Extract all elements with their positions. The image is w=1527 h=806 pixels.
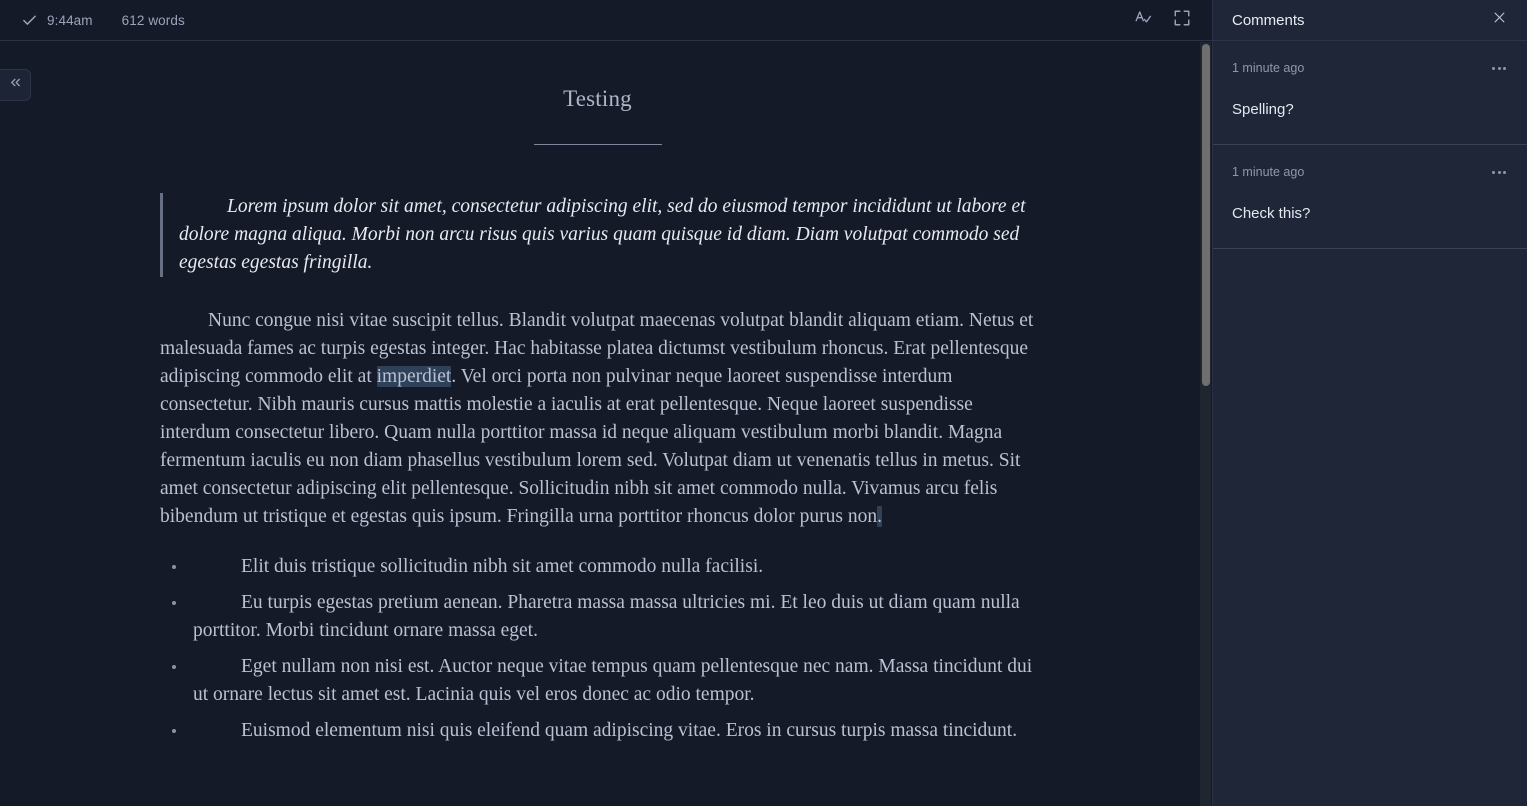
body-paragraph[interactable]: Nunc congue nisi vitae suscipit tellus. … bbox=[160, 307, 1035, 531]
word-count-label: 612 words bbox=[121, 12, 185, 28]
comment-menu-button[interactable] bbox=[1490, 63, 1508, 74]
chevrons-left-icon bbox=[8, 75, 23, 95]
collapse-sidebar-button[interactable] bbox=[0, 69, 31, 101]
document-body: Testing Lorem ipsum dolor sit amet, cons… bbox=[0, 42, 1193, 806]
bullet-list: Elit duis tristique sollicitudin nibh si… bbox=[160, 553, 1035, 745]
comments-panel-header: Comments bbox=[1213, 0, 1527, 41]
document-scroll-area[interactable]: Testing Lorem ipsum dolor sit amet, cons… bbox=[0, 42, 1213, 806]
comment-text: Check this? bbox=[1232, 205, 1311, 222]
comment-card[interactable]: 1 minute ago Check this? bbox=[1213, 145, 1527, 249]
comment-menu-button[interactable] bbox=[1490, 167, 1508, 178]
horizontal-rule bbox=[533, 144, 662, 145]
list-item[interactable]: Euismod elementum nisi quis eleifend qua… bbox=[160, 717, 1035, 745]
close-comments-button[interactable] bbox=[1487, 8, 1511, 32]
comment-highlight-period[interactable]: . bbox=[877, 506, 882, 527]
comment-card-header: 1 minute ago bbox=[1232, 165, 1508, 179]
paragraph-text-part-2: . Vel orci porta non pulvinar neque laor… bbox=[160, 366, 1021, 527]
blockquote[interactable]: Lorem ipsum dolor sit amet, consectetur … bbox=[160, 193, 1035, 277]
pane-divider bbox=[1212, 0, 1213, 806]
close-icon bbox=[1492, 10, 1507, 30]
document-title[interactable]: Testing bbox=[160, 86, 1035, 112]
list-item[interactable]: Eu turpis egestas pretium aenean. Pharet… bbox=[160, 589, 1035, 645]
comments-panel: Comments 1 minute ago Spelling? 1 minute… bbox=[1213, 0, 1527, 806]
ellipsis-icon bbox=[1497, 170, 1501, 174]
ellipsis-icon bbox=[1492, 66, 1495, 70]
comment-card[interactable]: 1 minute ago Spelling? bbox=[1213, 41, 1527, 145]
document-content[interactable]: Testing Lorem ipsum dolor sit amet, cons… bbox=[160, 86, 1035, 745]
ellipsis-icon bbox=[1503, 170, 1506, 174]
document-editor-app: 9:44am 612 words Testing Lorem ipsum dol… bbox=[0, 0, 1527, 806]
comments-list: 1 minute ago Spelling? 1 minute ago Chec… bbox=[1213, 41, 1527, 806]
ellipsis-icon bbox=[1497, 66, 1501, 70]
check-icon bbox=[18, 9, 40, 31]
fullscreen-icon bbox=[1173, 9, 1191, 32]
spellcheck-button[interactable] bbox=[1129, 7, 1155, 33]
save-time-label: 9:44am bbox=[47, 12, 93, 28]
blockquote-text: Lorem ipsum dolor sit amet, consectetur … bbox=[179, 196, 1026, 273]
list-item[interactable]: Elit duis tristique sollicitudin nibh si… bbox=[160, 553, 1035, 581]
comment-timestamp: 1 minute ago bbox=[1232, 61, 1305, 75]
scrollbar-thumb[interactable] bbox=[1202, 44, 1210, 386]
editor-status-group: 9:44am 612 words bbox=[18, 9, 185, 31]
comment-card-header: 1 minute ago bbox=[1232, 61, 1508, 75]
vertical-scrollbar[interactable] bbox=[1200, 42, 1211, 806]
comments-panel-title: Comments bbox=[1232, 11, 1305, 29]
comment-timestamp: 1 minute ago bbox=[1232, 165, 1305, 179]
comment-highlight-imperdiet[interactable]: imperdiet bbox=[376, 366, 452, 387]
editor-pane: 9:44am 612 words Testing Lorem ipsum dol… bbox=[0, 0, 1213, 806]
fullscreen-button[interactable] bbox=[1169, 7, 1195, 33]
spellcheck-icon bbox=[1133, 8, 1152, 32]
editor-toolbar: 9:44am 612 words bbox=[0, 0, 1213, 41]
comment-text: Spelling? bbox=[1232, 101, 1294, 118]
editor-toolbar-actions bbox=[1129, 7, 1195, 33]
list-item[interactable]: Eget nullam non nisi est. Auctor neque v… bbox=[160, 653, 1035, 709]
ellipsis-icon bbox=[1492, 170, 1495, 174]
ellipsis-icon bbox=[1503, 66, 1506, 70]
